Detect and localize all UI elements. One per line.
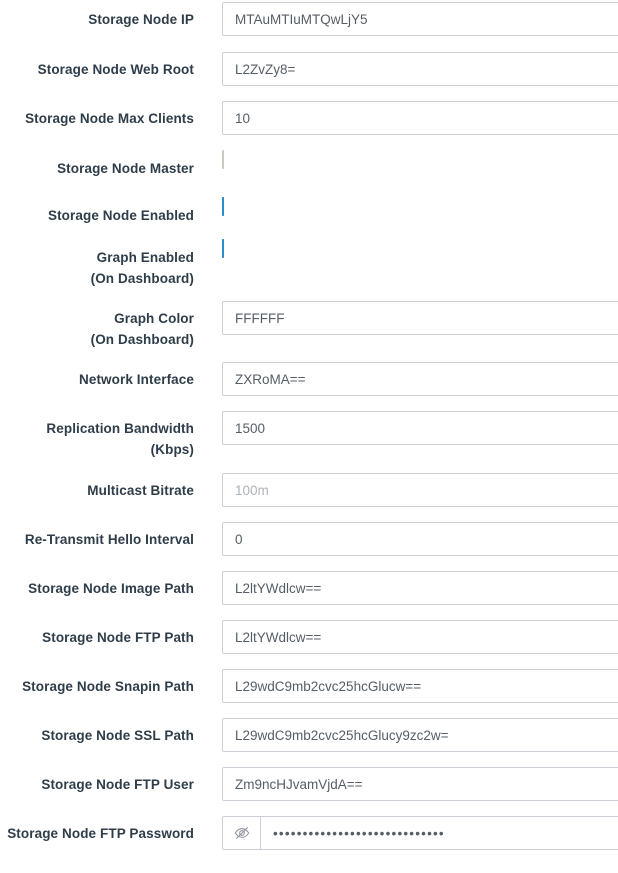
control-wrap-graph-enabled — [222, 239, 618, 258]
form-row-storage-node-ftp-path: Storage Node FTP Path — [0, 620, 618, 654]
checkbox-storage-node-enabled[interactable] — [222, 197, 239, 216]
checkbox-storage-node-master[interactable] — [222, 150, 224, 169]
label-line: Storage Node Enabled — [47, 208, 194, 223]
password-input-group — [222, 816, 618, 850]
label-line: Storage Node SSL Path — [41, 728, 194, 743]
label-line: Storage Node Image Path — [28, 581, 194, 596]
label-storage-node-max-clients: Storage Node Max Clients — [0, 101, 194, 129]
control-wrap-storage-node-master — [222, 150, 618, 169]
label-storage-node-web-root: Storage Node Web Root — [0, 52, 194, 80]
label-storage-node-ssl-path: Storage Node SSL Path — [0, 718, 194, 746]
eye-slash-icon[interactable] — [222, 816, 260, 850]
label-graph-enabled: Graph Enabled (On Dashboard) — [0, 240, 194, 289]
label-multicast-bitrate: Multicast Bitrate — [0, 473, 194, 501]
control-wrap-storage-node-web-root — [222, 52, 618, 86]
label-line: Graph Color — [114, 311, 194, 326]
control-wrap-re-transmit-hello-interval — [222, 522, 618, 556]
label-storage-node-master: Storage Node Master — [0, 151, 194, 179]
input-storage-node-web-root[interactable] — [222, 52, 618, 86]
input-graph-color[interactable] — [222, 301, 618, 335]
input-multicast-bitrate[interactable] — [222, 473, 618, 507]
label-graph-color: Graph Color (On Dashboard) — [0, 301, 194, 350]
form-row-re-transmit-hello-interval: Re-Transmit Hello Interval — [0, 522, 618, 556]
label-line: Replication Bandwidth — [46, 421, 194, 436]
form-row-storage-node-master: Storage Node Master — [0, 150, 618, 185]
label-line: (On Dashboard) — [90, 332, 194, 347]
checkbox-graph-enabled[interactable] — [222, 239, 239, 258]
control-wrap-storage-node-ftp-password — [222, 816, 618, 850]
input-storage-node-snapin-path[interactable] — [222, 669, 618, 703]
form-row-storage-node-ftp-user: Storage Node FTP User — [0, 767, 618, 801]
form-row-storage-node-ftp-password: Storage Node FTP Password — [0, 816, 618, 850]
form-row-multicast-bitrate: Multicast Bitrate — [0, 473, 618, 507]
checkmark-icon — [227, 245, 239, 255]
form-row-storage-node-snapin-path: Storage Node Snapin Path — [0, 669, 618, 703]
label-line: Storage Node FTP Path — [42, 630, 194, 645]
control-wrap-storage-node-ip — [222, 2, 618, 36]
control-wrap-storage-node-ssl-path — [222, 718, 618, 752]
control-wrap-storage-node-max-clients — [222, 101, 618, 135]
checkmark-icon — [227, 203, 239, 213]
label-network-interface: Network Interface — [0, 362, 194, 390]
label-line: Storage Node FTP User — [41, 777, 194, 792]
checkbox-wrap-storage-node-enabled — [222, 197, 239, 216]
input-network-interface[interactable] — [222, 362, 618, 396]
form-row-storage-node-ip: Storage Node IP — [0, 2, 618, 36]
checkbox-wrap-storage-node-master — [222, 150, 224, 169]
form-row-storage-node-enabled: Storage Node Enabled — [0, 197, 618, 232]
control-wrap-graph-color — [222, 301, 618, 335]
control-wrap-storage-node-image-path — [222, 571, 618, 605]
form-row-storage-node-ssl-path: Storage Node SSL Path — [0, 718, 618, 752]
label-storage-node-ftp-password: Storage Node FTP Password — [0, 816, 194, 844]
checkbox-wrap-graph-enabled — [222, 239, 239, 258]
label-storage-node-enabled: Storage Node Enabled — [0, 198, 194, 226]
label-line: Storage Node Master — [57, 161, 194, 176]
control-wrap-storage-node-snapin-path — [222, 669, 618, 703]
input-storage-node-ftp-user[interactable] — [222, 767, 618, 801]
input-storage-node-ssl-path[interactable] — [222, 718, 618, 752]
label-storage-node-ftp-user: Storage Node FTP User — [0, 767, 194, 795]
label-line: Storage Node Max Clients — [25, 111, 194, 126]
label-line: Storage Node Snapin Path — [22, 679, 194, 694]
label-line: Storage Node IP — [88, 12, 194, 27]
label-storage-node-ip: Storage Node IP — [0, 2, 194, 30]
form-row-graph-color: Graph Color (On Dashboard) — [0, 301, 618, 347]
label-line: (Kbps) — [150, 442, 194, 457]
input-storage-node-ftp-path[interactable] — [222, 620, 618, 654]
input-replication-bandwidth[interactable] — [222, 411, 618, 445]
label-line: (On Dashboard) — [90, 271, 194, 286]
label-storage-node-ftp-path: Storage Node FTP Path — [0, 620, 194, 648]
input-storage-node-ip[interactable] — [222, 2, 618, 36]
label-line: Graph Enabled — [96, 250, 194, 265]
control-wrap-network-interface — [222, 362, 618, 396]
label-line: Multicast Bitrate — [87, 483, 194, 498]
form-row-storage-node-web-root: Storage Node Web Root — [0, 52, 618, 86]
label-storage-node-image-path: Storage Node Image Path — [0, 571, 194, 599]
input-storage-node-image-path[interactable] — [222, 571, 618, 605]
input-storage-node-ftp-password[interactable] — [260, 816, 618, 850]
control-wrap-storage-node-ftp-user — [222, 767, 618, 801]
control-wrap-storage-node-enabled — [222, 197, 618, 216]
control-wrap-multicast-bitrate — [222, 473, 618, 507]
label-line: Network Interface — [79, 372, 194, 387]
label-storage-node-snapin-path: Storage Node Snapin Path — [0, 669, 194, 697]
form-row-network-interface: Network Interface — [0, 362, 618, 396]
control-wrap-replication-bandwidth — [222, 411, 618, 445]
control-wrap-storage-node-ftp-path — [222, 620, 618, 654]
form-row-replication-bandwidth: Replication Bandwidth (Kbps) — [0, 411, 618, 457]
form-row-graph-enabled: Graph Enabled (On Dashboard) — [0, 239, 618, 286]
input-storage-node-max-clients[interactable] — [222, 101, 618, 135]
label-line: Storage Node FTP Password — [7, 826, 194, 841]
storage-node-settings-form: Storage Node IP Storage Node Web Root Stor… — [0, 0, 618, 873]
form-row-storage-node-image-path: Storage Node Image Path — [0, 571, 618, 605]
input-re-transmit-hello-interval[interactable] — [222, 522, 618, 556]
label-replication-bandwidth: Replication Bandwidth (Kbps) — [0, 411, 194, 460]
label-line: Storage Node Web Root — [37, 62, 194, 77]
label-line: Re-Transmit Hello Interval — [24, 532, 194, 547]
label-re-transmit-hello-interval: Re-Transmit Hello Interval — [0, 522, 194, 550]
form-row-storage-node-max-clients: Storage Node Max Clients — [0, 101, 618, 135]
